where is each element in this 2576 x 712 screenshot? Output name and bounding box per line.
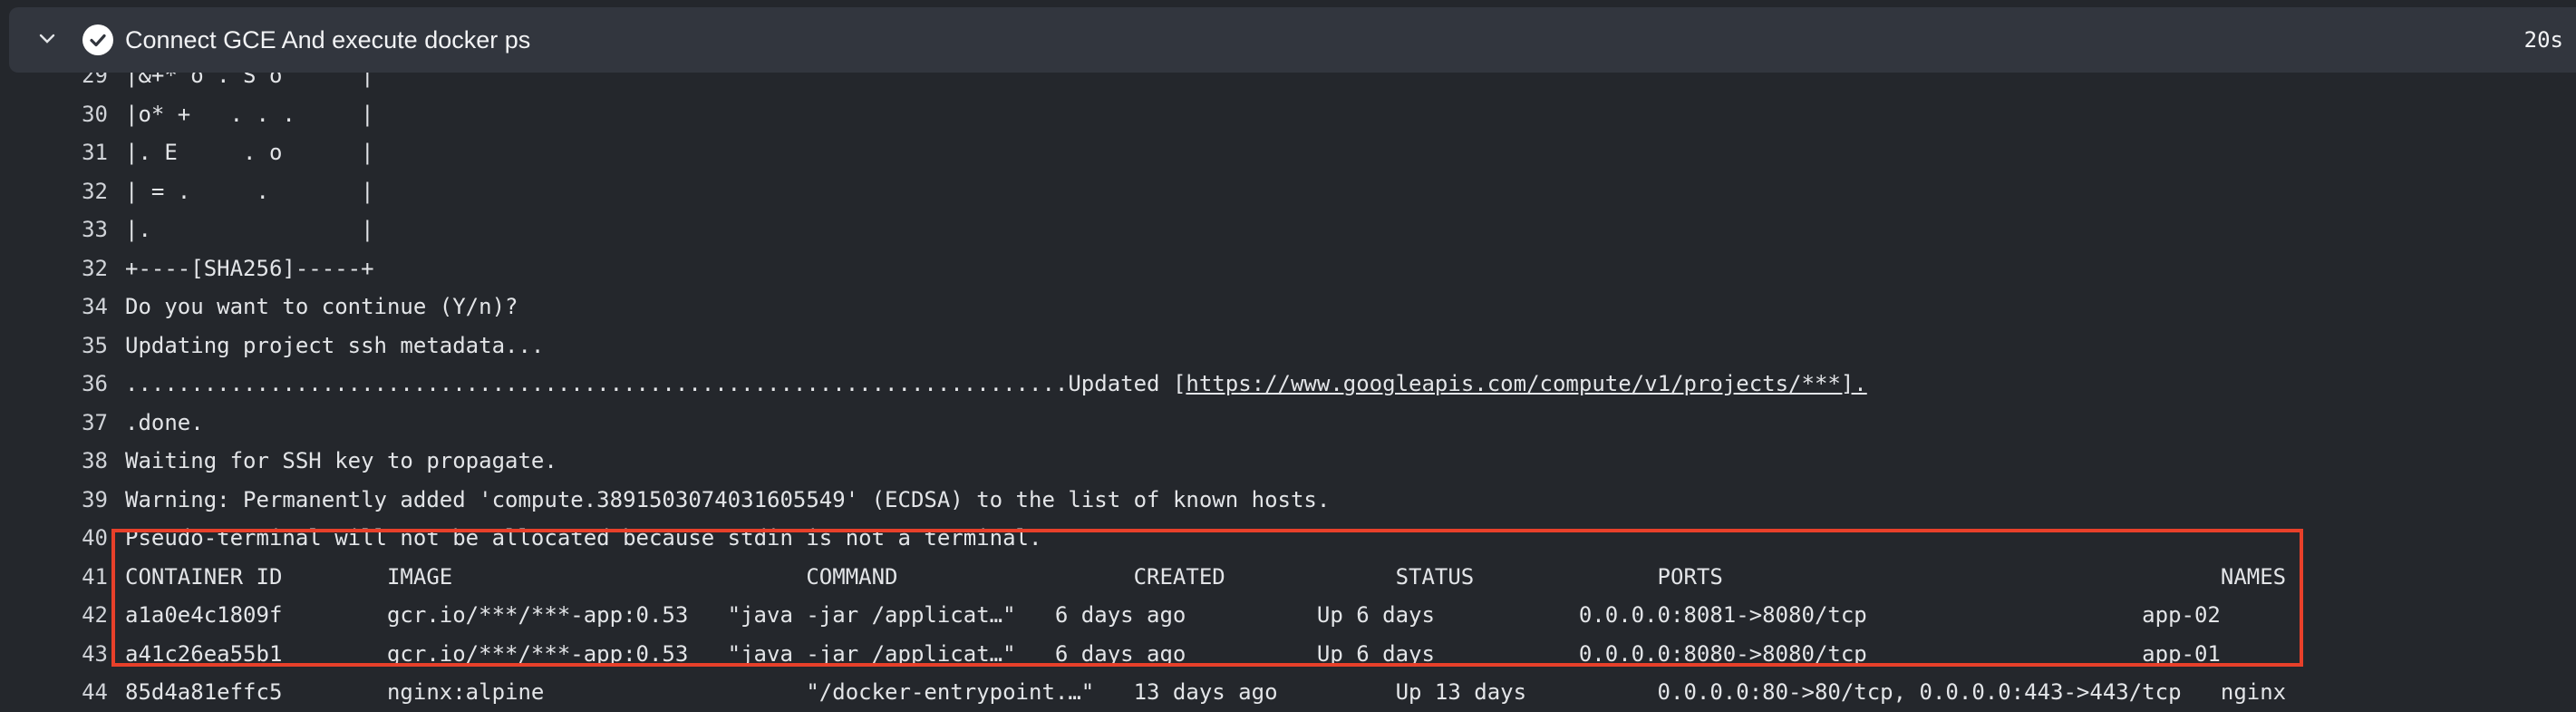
docker-table-header: 41 CONTAINER ID IMAGE COMMAND CREATED STATUS P… [0,558,2576,597]
image-cell: IMAGE [386,563,453,590]
line-text: |. E . o | [125,133,374,172]
image-cell: gcr.io/***/***-app:0.53 [386,602,689,628]
line-number[interactable]: 30 [0,95,108,134]
line-number[interactable]: 34 [0,288,108,327]
command-cell: "/docker-entrypoint.…" [806,679,1095,705]
line-number[interactable]: 31 [0,133,108,172]
line-text: Updating project ssh metadata... [125,327,544,366]
status-cell: Up 13 days [1395,679,1527,705]
container-id-cell: a1a0e4c1809f [125,602,283,628]
line-content: Warning: Permanently added 'compute.3891… [125,486,1331,512]
line-content: |. | [125,217,374,242]
log-line: 32 | = . . | [0,172,2576,211]
ports-cell: PORTS [1657,563,1723,590]
status-cell: Up 6 days [1316,602,1435,628]
line-content: Updating project ssh metadata... [125,332,545,358]
ports-cell: 0.0.0.0:80->80/tcp, 0.0.0.0:443->443/tcp [1657,679,2182,705]
line-text: Do you want to continue (Y/n)? [125,288,518,327]
chevron-down-icon[interactable] [36,27,58,49]
line-number[interactable]: 39 [0,481,108,520]
image-cell: nginx:alpine [386,679,545,705]
log-line: 36......................................… [0,365,2576,404]
line-text: +----[SHA256]-----+ [125,249,374,288]
created-cell: 13 days ago [1133,679,1278,705]
line-number[interactable]: 32 [0,249,108,288]
docker-table-row: 42 a1a0e4c1809f gcr.io/***/***-app:0.53 "ja… [0,596,2576,635]
line-text: .done. [125,404,204,443]
check-circle-icon [82,24,113,55]
log-line: 39 Warning: Permanently added 'compute.38… [0,481,2576,520]
line-number[interactable]: 36 [0,365,108,404]
line-number[interactable]: 40 [0,519,108,558]
status-cell: Up 6 days [1316,640,1435,667]
line-number[interactable]: 44 [0,673,108,712]
line-text: |. | [125,210,374,249]
log-line: 35 Updating project ssh metadata... [0,327,2576,366]
line-content: +----[SHA256]-----+ [125,255,374,281]
ports-cell: 0.0.0.0:8081->8080/tcp [1578,602,1867,628]
line-text: | = . . | [125,172,374,211]
container-id-cell: 85d4a81effc5 [125,679,283,705]
step-duration: 20s [2523,27,2563,53]
created-cell: CREATED [1133,563,1225,590]
image-cell: gcr.io/***/***-app:0.53 [386,640,689,667]
line-text: Pseudo-terminal will not be allocated be… [125,519,1041,558]
line-text: Warning: Permanently added 'compute.3891… [125,481,1330,520]
command-cell: COMMAND [806,563,898,590]
docker-table-row: 43 a41c26ea55b1 gcr.io/***/***-app:0.53 "ja… [0,635,2576,674]
line-text: Waiting for SSH key to propagate. [125,442,557,481]
line-content: ........................................… [125,371,1186,396]
line-number[interactable]: 38 [0,442,108,481]
line-content: |o* + . . . | [125,101,374,127]
log-line: 32 +----[SHA256]-----+ [0,249,2576,288]
line-text: |o* + . . . | [125,95,374,134]
log-line: 34 Do you want to continue (Y/n)? [0,288,2576,327]
line-text: ........................................… [125,365,1867,404]
command-cell: "java -jar /applicat…" [727,640,1016,667]
line-number[interactable]: 35 [0,327,108,366]
line-number[interactable]: 43 [0,635,108,674]
names-cell: nginx [2220,679,2287,705]
googleapis-link[interactable]: https://www.googleapis.com/compute/v1/pr… [1186,371,1866,396]
command-cell: "java -jar /applicat…" [727,602,1016,628]
log-line: 30 |o* + . . . | [0,95,2576,134]
status-cell: STATUS [1395,563,1475,590]
log-line: 40 Pseudo-terminal will not be allocated … [0,519,2576,558]
line-number[interactable]: 32 [0,172,108,211]
line-content: .done. [125,409,204,435]
log-line: 31 |. E . o | [0,133,2576,172]
line-number[interactable]: 37 [0,404,108,443]
line-number[interactable]: 42 [0,596,108,635]
line-content: Pseudo-terminal will not be allocated be… [125,525,1042,551]
names-cell: app-02 [2142,602,2221,628]
container-id-cell: a41c26ea55b1 [125,640,283,667]
log-line: 33 |. | [0,210,2576,249]
container-id-cell: CONTAINER ID [125,563,283,590]
created-cell: 6 days ago [1054,602,1186,628]
step-title: Connect GCE And execute docker ps [125,26,531,54]
docker-table-row: 44 85d4a81effc5 nginx:alpine "/docker-entry… [0,673,2576,712]
step-header[interactable]: Connect GCE And execute docker ps 20s [9,7,2576,73]
ports-cell: 0.0.0.0:8080->8080/tcp [1578,640,1867,667]
line-content: Do you want to continue (Y/n)? [125,294,518,319]
line-content: | = . . | [125,178,374,204]
line-number[interactable]: 33 [0,210,108,249]
names-cell: app-01 [2142,640,2221,667]
log-output: 29 |&+* o . S o | 30 |o* + . . . | 31 |. E . … [0,56,2576,712]
line-content: |. E . o | [125,140,374,165]
log-line: 37 .done. [0,404,2576,443]
line-content: Waiting for SSH key to propagate. [125,448,557,473]
line-number[interactable]: 41 [0,558,108,597]
created-cell: 6 days ago [1054,640,1186,667]
names-cell: NAMES [2220,563,2287,590]
log-line: 38 Waiting for SSH key to propagate. [0,442,2576,481]
